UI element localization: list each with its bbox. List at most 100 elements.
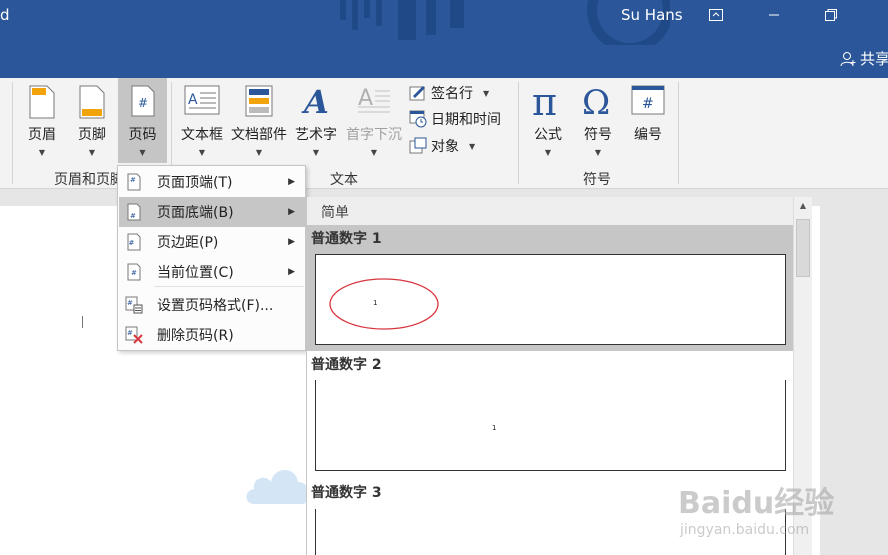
gallery-item-preview: 1	[315, 254, 786, 345]
wordart-button[interactable]: A 艺术字 ▼	[290, 78, 342, 163]
baidu-watermark: Baidu经验 jingyan.baidu.com	[678, 478, 834, 538]
quick-parts-button[interactable]: 文档部件 ▼	[229, 78, 289, 163]
page-number-sample: 1	[492, 424, 497, 432]
quick-parts-icon	[245, 85, 273, 117]
current-position-icon: #	[127, 263, 141, 281]
chevron-down-icon: ▼	[544, 148, 552, 157]
restore-button[interactable]	[819, 4, 843, 26]
quick-parts-label: 文档部件	[231, 127, 287, 143]
wordart-label: 艺术字	[295, 127, 337, 143]
numbering-button[interactable]: # 编号	[625, 78, 671, 163]
menu-item-remove-page-numbers[interactable]: # 删除页码(R)	[119, 320, 305, 350]
chevron-down-icon: ▼	[594, 148, 602, 157]
textbox-label: 文本框	[181, 127, 223, 143]
header-label: 页眉	[28, 127, 56, 143]
annotation-circle	[329, 278, 439, 330]
gallery-item-title: 普通数字 3	[311, 485, 382, 501]
ribbon-display-options-button[interactable]	[704, 4, 728, 26]
calendar-clock-icon	[409, 110, 427, 128]
symbol-button[interactable]: Ω 符号 ▼	[575, 78, 621, 163]
wordart-icon: A	[301, 85, 329, 117]
svg-text:#: #	[131, 269, 137, 277]
menu-item-label: 删除页码(R)	[157, 328, 234, 344]
gallery-section-header: 简单	[307, 197, 794, 225]
chevron-right-icon: ▶	[288, 207, 295, 217]
svg-text:#: #	[127, 299, 133, 307]
group-separator	[678, 82, 679, 184]
format-page-numbers-icon: #	[125, 296, 143, 314]
object-label: 对象	[431, 139, 459, 155]
menu-item-page-margins[interactable]: # 页边距(P) ▶	[119, 227, 305, 257]
menu-item-bottom-of-page[interactable]: # 页面底端(B) ▶	[119, 197, 305, 227]
restore-icon	[825, 9, 837, 21]
chevron-down-icon: ▼	[469, 141, 476, 151]
svg-text:π: π	[532, 85, 557, 119]
gallery-section-title: 简单	[321, 205, 349, 221]
svg-text:#: #	[130, 176, 136, 184]
page-number-menu: # 页面顶端(T) ▶ # 页面底端(B) ▶ # 页边距(P) ▶ # 当前位…	[117, 165, 306, 351]
menu-item-label: 当前位置(C)	[157, 265, 234, 281]
gallery-item-plain-number-2[interactable]: 普通数字 2 1	[307, 351, 794, 477]
svg-text:#: #	[138, 96, 148, 110]
remove-page-numbers-icon: #	[125, 326, 143, 344]
menu-item-top-of-page[interactable]: # 页面顶端(T) ▶	[119, 167, 305, 197]
chevron-down-icon: ▼	[370, 148, 378, 157]
page-top-icon: #	[127, 173, 141, 191]
page-bottom-icon: #	[127, 203, 141, 221]
scroll-up-icon[interactable]: ▲	[794, 197, 812, 215]
signature-label: 签名行	[431, 86, 473, 102]
signature-icon	[409, 86, 425, 101]
share-button[interactable]: 共享	[840, 48, 888, 69]
pi-icon: π	[532, 85, 557, 119]
menu-item-label: 页面顶端(T)	[157, 175, 233, 191]
header-icon	[29, 85, 55, 119]
cloud-decoration	[246, 470, 309, 504]
svg-text:#: #	[127, 329, 133, 337]
signature-line-button[interactable]: 签名行 ▼	[409, 82, 489, 104]
chevron-down-icon: ▼	[198, 148, 206, 157]
menu-item-label: 页面底端(B)	[157, 205, 234, 221]
chevron-down-icon: ▼	[139, 148, 146, 157]
dropcap-button[interactable]: A 首字下沉 ▼	[343, 78, 405, 163]
chevron-down-icon: ▼	[88, 148, 96, 157]
page-number-icon: #	[131, 85, 154, 117]
gallery-item-title: 普通数字 1	[311, 231, 382, 247]
title-bar: d Su Hans	[0, 0, 888, 45]
menu-item-format-page-numbers[interactable]: # 设置页码格式(F)...	[119, 290, 305, 320]
chevron-right-icon: ▶	[288, 237, 295, 247]
menu-item-current-position[interactable]: # 当前位置(C) ▶	[119, 257, 305, 287]
dropcap-label: 首字下沉	[346, 127, 402, 143]
gallery-item-plain-number-1[interactable]: 普通数字 1 1	[307, 225, 794, 351]
ribbon-display-icon	[709, 9, 723, 21]
minimize-button[interactable]	[762, 4, 786, 26]
footer-label: 页脚	[78, 127, 106, 143]
svg-text:#: #	[642, 96, 654, 112]
numbering-label: 编号	[634, 127, 662, 143]
equation-label: 公式	[534, 127, 562, 143]
object-icon	[409, 137, 427, 154]
svg-text:#: #	[130, 212, 136, 220]
chevron-right-icon: ▶	[288, 177, 295, 187]
svg-text:#: #	[129, 239, 135, 247]
textbox-button[interactable]: A 文本框 ▼	[175, 78, 229, 163]
page-margin-icon: #	[127, 233, 141, 251]
watermark-logo: Baidu经验	[678, 486, 835, 521]
textbox-icon: A	[184, 85, 220, 115]
watermark-url: jingyan.baidu.com	[680, 522, 810, 538]
footer-button[interactable]: 页脚 ▼	[68, 78, 116, 163]
numbering-icon: #	[631, 85, 665, 115]
object-button[interactable]: 对象 ▼	[409, 135, 475, 157]
group-separator	[12, 82, 13, 184]
group-separator	[518, 82, 519, 184]
chevron-right-icon: ▶	[288, 267, 295, 277]
gallery-item-title: 普通数字 2	[311, 357, 382, 373]
signed-in-user[interactable]: Su Hans	[621, 6, 683, 24]
equation-button[interactable]: π 公式 ▼	[525, 78, 571, 163]
group-text-label: 文本	[330, 172, 358, 188]
page-number-button[interactable]: # 页码 ▼	[118, 78, 167, 163]
share-label: 共享	[860, 50, 888, 68]
date-time-button[interactable]: 日期和时间	[409, 108, 501, 130]
person-icon	[840, 51, 856, 66]
scrollbar-thumb[interactable]	[796, 219, 810, 277]
header-button[interactable]: 页眉 ▼	[18, 78, 66, 163]
